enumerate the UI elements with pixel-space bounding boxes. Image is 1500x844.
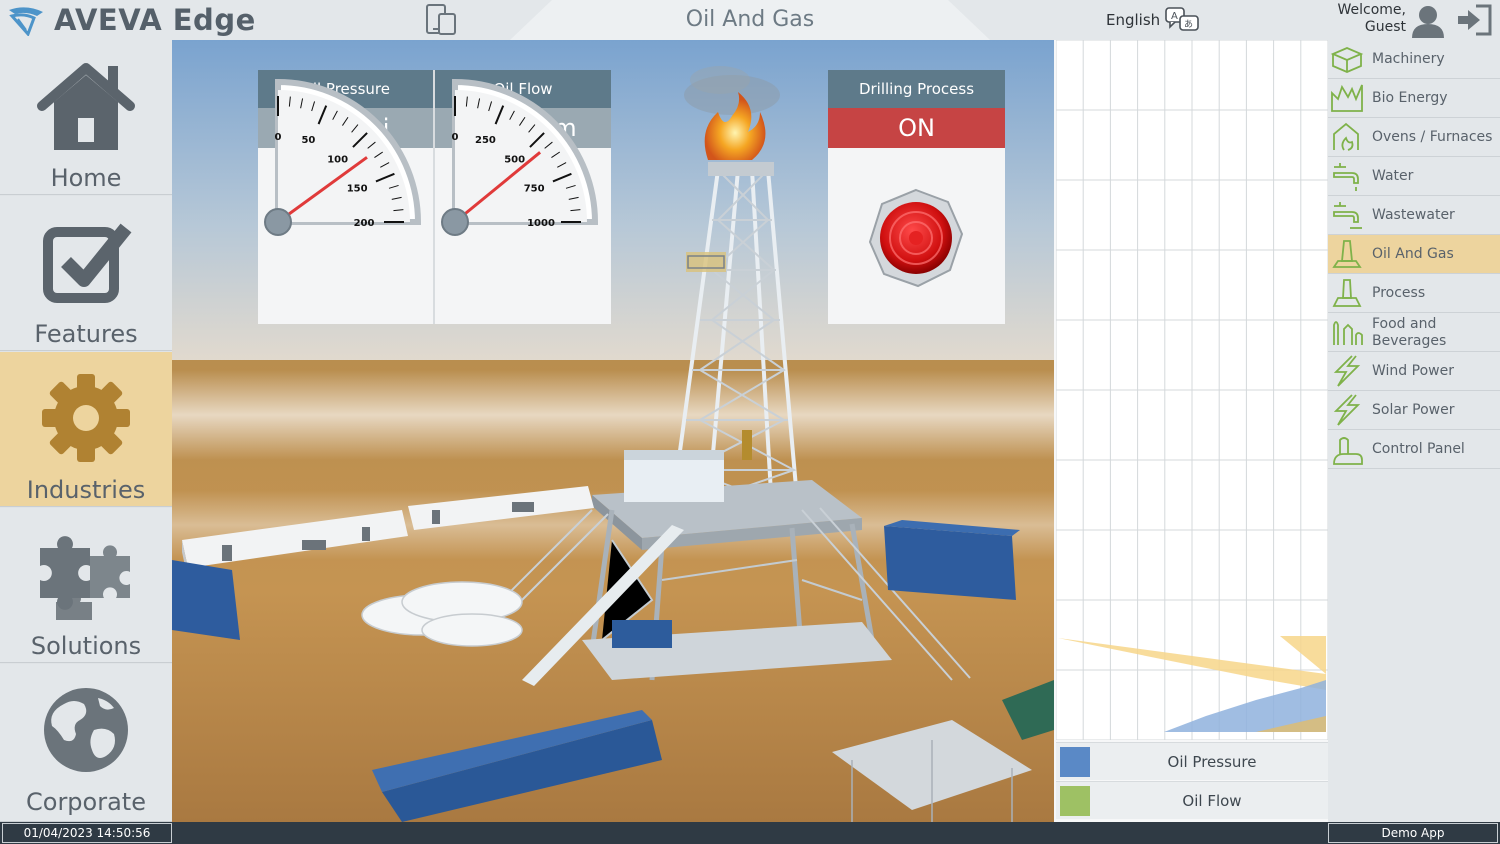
bio-energy-icon bbox=[1331, 84, 1363, 112]
checkbox-icon bbox=[43, 223, 132, 303]
menu-item-wind-power[interactable]: Wind Power bbox=[1328, 352, 1500, 391]
faucet-icon bbox=[1333, 163, 1359, 191]
menu-label-oil-and-gas: Oil And Gas bbox=[1372, 246, 1454, 262]
datetime-display: 01/04/2023 14:50:56 bbox=[2, 823, 172, 843]
drilling-status: ON bbox=[828, 108, 1005, 148]
brand-name: AVEVA Edge bbox=[54, 3, 256, 37]
oil-flow-tick-label: 0 bbox=[452, 132, 459, 143]
nav-label-home: Home bbox=[50, 164, 122, 192]
page-title: Oil And Gas bbox=[685, 7, 815, 32]
nav-industries[interactable]: Industries bbox=[0, 352, 172, 507]
logout-icon[interactable] bbox=[1456, 4, 1492, 36]
oil-flow-tick-label: 750 bbox=[524, 184, 545, 195]
globe-icon bbox=[44, 688, 128, 772]
language-label: English bbox=[1106, 11, 1161, 29]
menu-item-food-and-beverages[interactable]: Food and Beverages bbox=[1328, 313, 1500, 352]
legend-oil-pressure[interactable]: Oil Pressure bbox=[1056, 742, 1328, 780]
oil-rig-scene: Oil Pressure Oil Flow 120 psi 563 gpm 05… bbox=[172, 40, 1054, 822]
header-bar: AVEVA Edge Oil And Gas English A あ Welco… bbox=[0, 0, 1500, 40]
welcome-text: Welcome, Guest bbox=[1326, 2, 1407, 36]
responsive-device-icon[interactable] bbox=[424, 4, 458, 36]
oil-pressure-tick-label: 100 bbox=[327, 154, 348, 165]
oil-flow-tick-label: 250 bbox=[475, 135, 496, 146]
menu-label-food-and-beverages: Food and Beverages bbox=[1372, 315, 1447, 349]
gauges-panel: Oil Pressure Oil Flow 120 psi 563 gpm 05… bbox=[258, 70, 611, 324]
brand: AVEVA Edge bbox=[6, 2, 256, 38]
nav-solutions[interactable]: Solutions bbox=[0, 508, 172, 663]
legend-swatch-oil-pressure bbox=[1060, 747, 1090, 777]
nav-label-solutions: Solutions bbox=[30, 632, 142, 660]
oil-pressure-needle-hub bbox=[264, 208, 292, 236]
gear-icon bbox=[42, 374, 130, 462]
menu-label-control-panel: Control Panel bbox=[1372, 441, 1465, 457]
oil-flow-gauge: 0 250 500 750 1000 bbox=[441, 78, 599, 236]
oil-pressure-tick-label: 200 bbox=[354, 218, 375, 229]
app-name-display: Demo App bbox=[1328, 823, 1498, 843]
oil-pressure-tick-label: 0 bbox=[275, 132, 282, 143]
nav-label-industries: Industries bbox=[26, 476, 146, 504]
oil-pressure-gauge: 0 50 100 150 200 bbox=[264, 78, 422, 236]
wind-power-icon bbox=[1333, 355, 1361, 387]
drilling-process-title: Drilling Process bbox=[828, 70, 1005, 108]
home-icon bbox=[37, 63, 135, 150]
menu-item-machinery[interactable]: Machinery bbox=[1328, 40, 1500, 79]
food-icon bbox=[1333, 321, 1363, 345]
process-icon bbox=[1332, 279, 1362, 307]
menu-label-machinery: Machinery bbox=[1372, 51, 1445, 67]
solar-power-icon bbox=[1333, 394, 1361, 426]
oil-flow-tick-label: 500 bbox=[504, 154, 525, 165]
drilling-toggle-button[interactable] bbox=[866, 188, 966, 288]
legend-label-oil-flow: Oil Flow bbox=[1182, 792, 1242, 810]
menu-label-ovens-furnaces: Ovens / Furnaces bbox=[1372, 129, 1493, 145]
trend-plot bbox=[1056, 40, 1328, 740]
app-window: AVEVA Edge Oil And Gas English A あ Welco… bbox=[0, 0, 1500, 844]
menu-label-process: Process bbox=[1372, 285, 1426, 301]
legend-oil-flow[interactable]: Oil Flow bbox=[1056, 781, 1328, 819]
trend-chart: Oil Pressure Oil Flow bbox=[1054, 40, 1328, 822]
menu-label-bio-energy: Bio Energy bbox=[1372, 90, 1448, 106]
language-selector[interactable]: English A あ bbox=[1106, 6, 1202, 34]
oil-pressure-tick-label: 150 bbox=[347, 184, 368, 195]
control-panel-icon bbox=[1333, 437, 1363, 465]
menu-label-wind-power: Wind Power bbox=[1372, 363, 1454, 379]
legend-label-oil-pressure: Oil Pressure bbox=[1167, 753, 1257, 771]
user-icon[interactable] bbox=[1410, 4, 1446, 38]
nav-label-corporate: Corporate bbox=[26, 788, 146, 816]
aveva-logo-icon bbox=[9, 7, 43, 36]
menu-label-solar-power: Solar Power bbox=[1372, 402, 1455, 418]
menu-item-process[interactable]: Process bbox=[1328, 274, 1500, 313]
menu-label-water: Water bbox=[1372, 168, 1414, 184]
menu-label-wastewater: Wastewater bbox=[1372, 207, 1455, 223]
menu-item-wastewater[interactable]: Wastewater bbox=[1328, 196, 1500, 235]
industries-menu: Machinery Bio Energy Ovens / Furnaces Wa… bbox=[1328, 40, 1500, 822]
menu-item-bio-energy[interactable]: Bio Energy bbox=[1328, 79, 1500, 118]
user-name: Guest bbox=[1364, 19, 1406, 35]
nav-corporate[interactable]: Corporate bbox=[0, 664, 172, 822]
translate-icon: A あ bbox=[1165, 7, 1199, 31]
menu-item-ovens-furnaces[interactable]: Ovens / Furnaces bbox=[1328, 118, 1500, 157]
page-title-tab: Oil And Gas bbox=[510, 0, 990, 40]
left-navigation: Home Features Industries Solutions Corpo… bbox=[0, 40, 172, 822]
legend-swatch-oil-flow bbox=[1060, 786, 1090, 816]
puzzle-icon bbox=[40, 536, 130, 620]
nav-features[interactable]: Features bbox=[0, 196, 172, 351]
svg-text:あ: あ bbox=[1184, 19, 1193, 30]
menu-item-solar-power[interactable]: Solar Power bbox=[1328, 391, 1500, 430]
oil-flow-tick-label: 1000 bbox=[527, 218, 555, 229]
oil-flow-needle-hub bbox=[441, 208, 469, 236]
svg-text:A: A bbox=[1171, 11, 1178, 22]
nav-label-features: Features bbox=[34, 320, 138, 348]
menu-item-water[interactable]: Water bbox=[1328, 157, 1500, 196]
furnace-icon bbox=[1333, 122, 1359, 151]
menu-item-oil-and-gas[interactable]: Oil And Gas bbox=[1328, 235, 1500, 274]
menu-item-control-panel[interactable]: Control Panel bbox=[1328, 430, 1500, 469]
machinery-icon bbox=[1330, 47, 1364, 73]
oil-rig-icon bbox=[1332, 240, 1362, 268]
oil-pressure-tick-label: 50 bbox=[301, 135, 315, 146]
nav-home[interactable]: Home bbox=[0, 40, 172, 195]
wastewater-icon bbox=[1333, 202, 1362, 229]
drilling-process-panel: Drilling Process ON bbox=[828, 70, 1005, 324]
welcome-label: Welcome, bbox=[1337, 2, 1407, 18]
status-bar: 01/04/2023 14:50:56 Demo App bbox=[0, 822, 1500, 844]
